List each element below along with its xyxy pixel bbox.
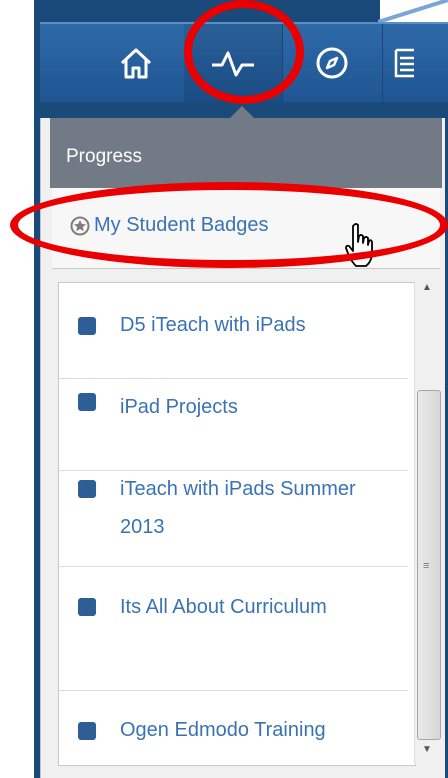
list-item-group-4[interactable]: Its All About Curriculum — [58, 566, 408, 691]
scrollbar-grip-icon: ≡ — [423, 560, 430, 572]
home-icon — [120, 48, 152, 79]
nav-progress-button[interactable] — [184, 24, 283, 102]
list-item-group-2[interactable]: iPad Projects — [58, 378, 408, 471]
group-bullet — [78, 722, 96, 740]
group-label: Its All About Curriculum — [120, 596, 327, 618]
nav-home-button[interactable] — [88, 24, 185, 102]
badge-star-icon — [70, 216, 90, 236]
pulse-icon — [212, 51, 254, 77]
group-bullet — [78, 317, 96, 335]
hand-cursor-icon — [345, 223, 373, 267]
top-nav-bar — [40, 22, 448, 102]
page-background — [0, 0, 34, 778]
list-item-group-1[interactable]: D5 iTeach with iPads — [58, 292, 408, 379]
dropdown-caret — [228, 106, 256, 120]
book-icon — [394, 48, 414, 78]
group-label: D5 iTeach with iPads — [120, 314, 306, 336]
group-label: iPad Projects — [120, 396, 238, 418]
nav-discover-button[interactable] — [282, 24, 383, 102]
group-bullet — [78, 598, 96, 616]
group-label: Ogen Edmodo Training — [120, 719, 326, 741]
list-item-group-5[interactable]: Ogen Edmodo Training — [58, 690, 408, 764]
nav-library-button[interactable] — [382, 24, 448, 102]
scroll-down-arrow-icon[interactable]: ▼ — [420, 742, 434, 756]
group-bullet — [78, 480, 96, 498]
group-label: iTeach with iPads Summer 2013 — [120, 478, 356, 538]
group-bullet — [78, 393, 96, 411]
callout-line — [378, 0, 448, 22]
my-student-badges-link[interactable]: My Student Badges — [94, 214, 269, 237]
scroll-up-arrow-icon[interactable]: ▲ — [420, 280, 434, 294]
compass-icon — [316, 47, 348, 79]
list-item-group-3[interactable]: iTeach with iPads Summer 2013 — [58, 470, 408, 567]
dropdown-title: Progress — [66, 146, 143, 167]
